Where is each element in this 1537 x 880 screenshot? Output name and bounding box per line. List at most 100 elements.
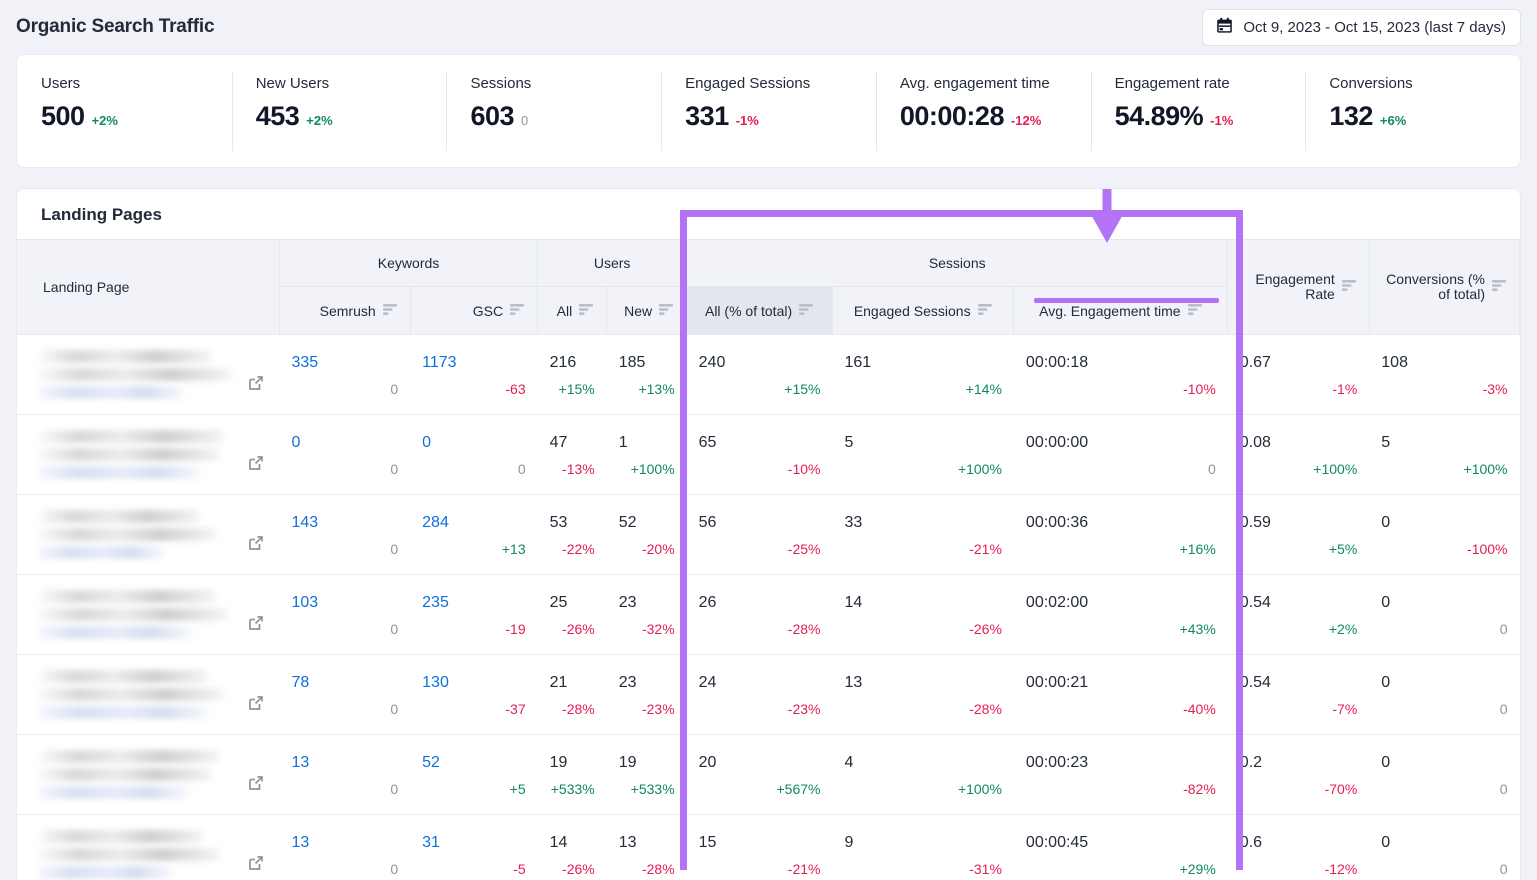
metric-cell: 161+14% bbox=[832, 335, 1013, 415]
metric-value[interactable]: 130 bbox=[422, 674, 449, 691]
table-row[interactable]: 1430284+1353-22%52-20%56-25%33-21%00:00:… bbox=[17, 495, 1520, 575]
kpi-engagement-rate: Engagement rate54.89%-1% bbox=[1091, 55, 1306, 167]
metric-cell: 56-25% bbox=[687, 495, 833, 575]
metric-delta: +16% bbox=[1026, 542, 1216, 556]
metric-value: 26 bbox=[699, 594, 717, 611]
metric-value[interactable]: 0 bbox=[422, 434, 431, 451]
metric-cell: 00:00:36+16% bbox=[1014, 495, 1228, 575]
landing-page-cell[interactable] bbox=[17, 815, 279, 880]
table-group-header-row: Landing PageKeywordsUsersSessionsEngagem… bbox=[17, 240, 1520, 287]
sort-descending-icon[interactable] bbox=[659, 303, 674, 319]
metric-value: 0.2 bbox=[1240, 754, 1262, 771]
column-header-semrush[interactable]: Semrush bbox=[279, 287, 410, 335]
kpi-avg-engagement-time: Avg. engagement time00:00:28-12% bbox=[876, 55, 1091, 167]
metric-cell: 20+567% bbox=[687, 735, 833, 815]
table-row[interactable]: 33501173-63216+15%185+13%240+15%161+14%0… bbox=[17, 335, 1520, 415]
column-header-all-of-total[interactable]: All (% of total) bbox=[687, 287, 833, 335]
external-link-icon[interactable] bbox=[247, 774, 265, 797]
external-link-icon[interactable] bbox=[247, 374, 265, 397]
landing-page-cell[interactable] bbox=[17, 735, 279, 815]
metric-cell: 26-28% bbox=[687, 575, 833, 655]
metric-cell: 65-10% bbox=[687, 415, 833, 495]
kpi-label: Sessions bbox=[470, 75, 661, 92]
metric-value[interactable]: 235 bbox=[422, 594, 449, 611]
column-header-all[interactable]: All bbox=[538, 287, 607, 335]
external-link-icon[interactable] bbox=[247, 854, 265, 877]
external-link-icon[interactable] bbox=[247, 694, 265, 717]
metric-delta: 0 bbox=[291, 542, 398, 556]
metric-delta: -26% bbox=[844, 622, 1001, 636]
metric-value: 14 bbox=[550, 834, 568, 851]
column-header-label: Engaged Sessions bbox=[854, 303, 971, 319]
sort-descending-icon[interactable] bbox=[978, 303, 993, 319]
landing-page-cell[interactable] bbox=[17, 575, 279, 655]
table-row[interactable]: 1030235-1925-26%23-32%26-28%14-26%00:02:… bbox=[17, 575, 1520, 655]
date-range-picker[interactable]: Oct 9, 2023 - Oct 15, 2023 (last 7 days) bbox=[1202, 9, 1521, 46]
metric-delta: 0 bbox=[291, 862, 398, 876]
metric-cell: 53-22% bbox=[538, 495, 607, 575]
metric-value: 0 bbox=[1381, 754, 1390, 771]
column-header-label: All (% of total) bbox=[705, 303, 792, 319]
metric-delta: -28% bbox=[550, 702, 595, 716]
metric-delta: +15% bbox=[550, 382, 595, 396]
table-row[interactable]: 780130-3721-28%23-23%24-23%13-28%00:00:2… bbox=[17, 655, 1520, 735]
external-link-icon[interactable] bbox=[247, 534, 265, 557]
metric-value[interactable]: 0 bbox=[291, 434, 300, 451]
kpi-label: New Users bbox=[256, 75, 447, 92]
metric-delta: +29% bbox=[1026, 862, 1216, 876]
sort-descending-icon[interactable] bbox=[510, 303, 525, 319]
metric-delta: -32% bbox=[619, 622, 675, 636]
metric-value: 52 bbox=[619, 514, 637, 531]
metric-value: 108 bbox=[1381, 354, 1408, 371]
metric-value[interactable]: 13 bbox=[291, 754, 309, 771]
metric-value[interactable]: 143 bbox=[291, 514, 318, 531]
external-link-icon[interactable] bbox=[247, 454, 265, 477]
landing-page-cell[interactable] bbox=[17, 655, 279, 735]
table-row[interactable]: 000047-13%1+100%65-10%5+100%00:00:0000.0… bbox=[17, 415, 1520, 495]
landing-page-cell[interactable] bbox=[17, 335, 279, 415]
column-header-landing-page[interactable]: Landing Page bbox=[17, 240, 279, 335]
metric-value: 00:00:00 bbox=[1026, 434, 1088, 451]
metric-value[interactable]: 335 bbox=[291, 354, 318, 371]
column-header-engaged-sessions[interactable]: Engaged Sessions bbox=[832, 287, 1013, 335]
metric-cell: 9-31% bbox=[832, 815, 1013, 880]
metric-value[interactable]: 52 bbox=[422, 754, 440, 771]
metric-value[interactable]: 1173 bbox=[422, 354, 456, 371]
metric-delta: -23% bbox=[619, 702, 675, 716]
metric-delta: -3% bbox=[1381, 382, 1507, 396]
sort-descending-icon[interactable] bbox=[799, 303, 814, 319]
metric-delta: 0 bbox=[1381, 622, 1507, 636]
table-row[interactable]: 13031-514-26%13-28%15-21%9-31%00:00:45+2… bbox=[17, 815, 1520, 880]
metric-value[interactable]: 31 bbox=[422, 834, 440, 851]
sort-descending-icon[interactable] bbox=[383, 303, 398, 319]
metric-value[interactable]: 284 bbox=[422, 514, 449, 531]
metric-cell: 00 bbox=[1369, 655, 1519, 735]
external-link-icon[interactable] bbox=[247, 614, 265, 637]
metric-value[interactable]: 13 bbox=[291, 834, 309, 851]
sort-descending-icon[interactable] bbox=[1188, 303, 1203, 319]
column-header-avg-engagement-time[interactable]: Avg. Engagement time bbox=[1014, 287, 1228, 335]
metric-value: 53 bbox=[550, 514, 568, 531]
sort-descending-icon[interactable] bbox=[579, 303, 594, 319]
metric-value[interactable]: 103 bbox=[291, 594, 318, 611]
metric-delta: +14% bbox=[844, 382, 1001, 396]
landing-page-cell[interactable] bbox=[17, 495, 279, 575]
column-header-new[interactable]: New bbox=[607, 287, 687, 335]
column-header-engagement-rate[interactable]: Engagement Rate bbox=[1228, 240, 1369, 335]
column-header-conversions-of-total[interactable]: Conversions (% of total) bbox=[1369, 240, 1519, 335]
metric-value[interactable]: 78 bbox=[291, 674, 309, 691]
sort-descending-icon[interactable] bbox=[1492, 279, 1507, 295]
metric-cell: 33-21% bbox=[832, 495, 1013, 575]
table-row[interactable]: 13052+519+533%19+533%20+567%4+100%00:00:… bbox=[17, 735, 1520, 815]
column-header-gsc[interactable]: GSC bbox=[410, 287, 537, 335]
sort-descending-icon[interactable] bbox=[1342, 279, 1357, 295]
landing-page-cell[interactable] bbox=[17, 415, 279, 495]
metric-cell: 00:02:00+43% bbox=[1014, 575, 1228, 655]
metric-cell: 14-26% bbox=[832, 575, 1013, 655]
metric-value: 00:00:21 bbox=[1026, 674, 1088, 691]
metric-value: 0 bbox=[1381, 674, 1390, 691]
column-header-label: All bbox=[557, 303, 573, 319]
kpi-delta: -1% bbox=[1210, 113, 1233, 128]
metric-cell: 240+15% bbox=[687, 335, 833, 415]
metric-value: 5 bbox=[1381, 434, 1390, 451]
